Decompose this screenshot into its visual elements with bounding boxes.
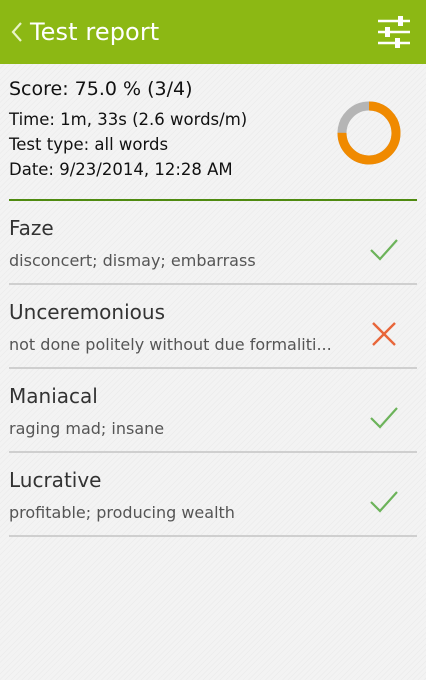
settings-sliders-icon	[378, 16, 410, 48]
word-list: Faze disconcert; dismay; embarrass Uncer…	[9, 201, 417, 537]
score-summary: Score: 75.0 % (3/4) Time: 1m, 33s (2.6 w…	[0, 64, 426, 191]
word-definition: not done politely without due formaliti.…	[9, 335, 332, 354]
list-item[interactable]: Maniacal raging mad; insane	[9, 369, 417, 453]
list-item[interactable]: Faze disconcert; dismay; embarrass	[9, 201, 417, 285]
word-title: Faze	[9, 216, 54, 240]
back-button[interactable]	[6, 0, 28, 64]
word-title: Maniacal	[9, 384, 98, 408]
word-definition: raging mad; insane	[9, 419, 165, 438]
check-icon	[370, 491, 398, 513]
check-icon	[370, 239, 398, 261]
cross-icon	[372, 322, 396, 346]
word-definition: profitable; producing wealth	[9, 503, 235, 522]
list-item[interactable]: Unceremonious not done politely without …	[9, 285, 417, 369]
back-chevron-icon	[11, 22, 22, 42]
word-title: Lucrative	[9, 468, 102, 492]
page-title: Test report	[30, 18, 160, 46]
settings-button[interactable]	[376, 14, 412, 50]
score-donut-chart	[337, 101, 401, 165]
check-icon	[370, 407, 398, 429]
score-text: Score: 75.0 % (3/4)	[9, 78, 193, 100]
app-bar: Test report	[0, 0, 426, 64]
word-definition: disconcert; dismay; embarrass	[9, 251, 256, 270]
word-title: Unceremonious	[9, 300, 165, 324]
list-item[interactable]: Lucrative profitable; producing wealth	[9, 453, 417, 537]
